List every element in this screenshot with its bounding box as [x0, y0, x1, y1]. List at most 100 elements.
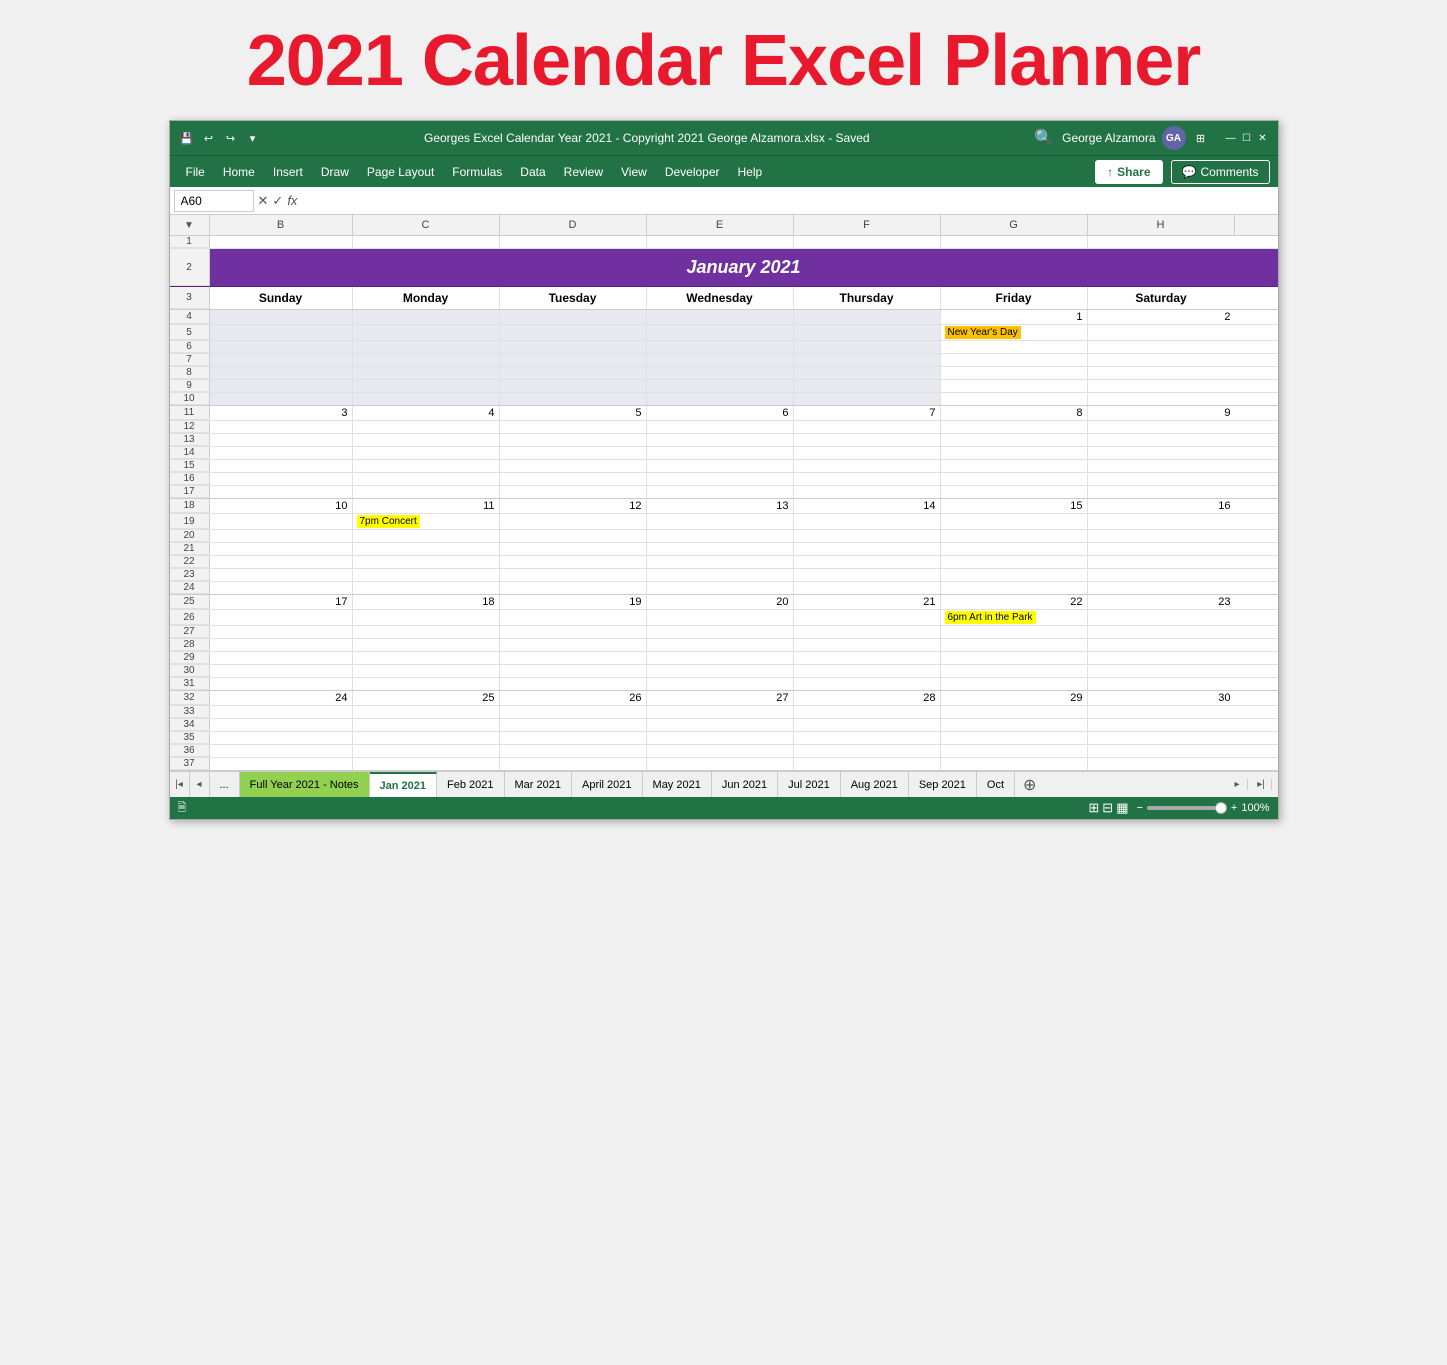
cell-D29[interactable]	[500, 652, 647, 664]
cell-G17[interactable]	[941, 486, 1088, 498]
cell-H26[interactable]	[1088, 610, 1235, 625]
cell-G19[interactable]	[941, 514, 1088, 529]
cell-B9[interactable]	[210, 380, 353, 392]
cell-D7[interactable]	[500, 354, 647, 366]
cell-G8[interactable]	[941, 367, 1088, 379]
cell-B14[interactable]	[210, 447, 353, 459]
cell-H17[interactable]	[1088, 486, 1235, 498]
tab-nav-first[interactable]: |◂	[170, 772, 190, 797]
cell-B27[interactable]	[210, 626, 353, 638]
cell-F21[interactable]	[794, 543, 941, 555]
cell-D16[interactable]	[500, 473, 647, 485]
cell-F35[interactable]	[794, 732, 941, 744]
cell-C8[interactable]	[353, 367, 500, 379]
cell-C4[interactable]	[353, 310, 500, 324]
cell-D20[interactable]	[500, 530, 647, 542]
cell-D21[interactable]	[500, 543, 647, 555]
cell-F23[interactable]	[794, 569, 941, 581]
cell-F36[interactable]	[794, 745, 941, 757]
cell-D22[interactable]	[500, 556, 647, 568]
cell-E37[interactable]	[647, 758, 794, 770]
cell-D18[interactable]: 12	[500, 499, 647, 513]
cell-B33[interactable]	[210, 706, 353, 718]
maximize-button[interactable]: ☐	[1240, 131, 1254, 145]
menu-review[interactable]: Review	[556, 161, 611, 183]
cell-E27[interactable]	[647, 626, 794, 638]
tab-oct[interactable]: Oct	[977, 772, 1015, 797]
cell-C14[interactable]	[353, 447, 500, 459]
zoom-out-icon[interactable]: −	[1136, 802, 1142, 814]
cell-F24[interactable]	[794, 582, 941, 594]
cell-E36[interactable]	[647, 745, 794, 757]
cell-F29[interactable]	[794, 652, 941, 664]
cell-F34[interactable]	[794, 719, 941, 731]
cell-B16[interactable]	[210, 473, 353, 485]
cell-H14[interactable]	[1088, 447, 1235, 459]
tab-feb-2021[interactable]: Feb 2021	[437, 772, 504, 797]
tab-aug-2021[interactable]: Aug 2021	[841, 772, 909, 797]
cell-H4[interactable]: 2	[1088, 310, 1235, 324]
cell-C26[interactable]	[353, 610, 500, 625]
cell-F37[interactable]	[794, 758, 941, 770]
cell-B19[interactable]	[210, 514, 353, 529]
cell-G26[interactable]: 6pm Art in the Park	[941, 610, 1088, 625]
cell-G13[interactable]	[941, 434, 1088, 446]
menu-data[interactable]: Data	[512, 161, 553, 183]
cell-G29[interactable]	[941, 652, 1088, 664]
cell-C25[interactable]: 18	[353, 595, 500, 609]
cell-D8[interactable]	[500, 367, 647, 379]
cell-H22[interactable]	[1088, 556, 1235, 568]
formula-confirm-icon[interactable]: ✓	[272, 193, 283, 209]
cell-G30[interactable]	[941, 665, 1088, 677]
cell-G33[interactable]	[941, 706, 1088, 718]
cell-D36[interactable]	[500, 745, 647, 757]
comments-button[interactable]: 💬 Comments	[1171, 160, 1270, 184]
col-header-H[interactable]: H	[1088, 215, 1235, 235]
cell-C9[interactable]	[353, 380, 500, 392]
cell-E35[interactable]	[647, 732, 794, 744]
cell-G35[interactable]	[941, 732, 1088, 744]
cell-H23[interactable]	[1088, 569, 1235, 581]
col-header-G[interactable]: G	[941, 215, 1088, 235]
cell-C36[interactable]	[353, 745, 500, 757]
col-header-E[interactable]: E	[647, 215, 794, 235]
menu-help[interactable]: Help	[730, 161, 771, 183]
cell-B21[interactable]	[210, 543, 353, 555]
cell-C23[interactable]	[353, 569, 500, 581]
cell-B31[interactable]	[210, 678, 353, 690]
cell-F4[interactable]	[794, 310, 941, 324]
cell-E23[interactable]	[647, 569, 794, 581]
cell-E31[interactable]	[647, 678, 794, 690]
cell-F25[interactable]: 21	[794, 595, 941, 609]
cell-G10[interactable]	[941, 393, 1088, 405]
page-layout-view-icon[interactable]: ⊟	[1102, 800, 1113, 816]
cell-H31[interactable]	[1088, 678, 1235, 690]
cell-E19[interactable]	[647, 514, 794, 529]
cell-E17[interactable]	[647, 486, 794, 498]
cell-C19[interactable]: 7pm Concert	[353, 514, 500, 529]
cell-F17[interactable]	[794, 486, 941, 498]
cell-G16[interactable]	[941, 473, 1088, 485]
cell-B10[interactable]	[210, 393, 353, 405]
cell-B23[interactable]	[210, 569, 353, 581]
tab-jul-2021[interactable]: Jul 2021	[778, 772, 841, 797]
cell-C17[interactable]	[353, 486, 500, 498]
tab-add-button[interactable]: ⊕	[1015, 775, 1044, 795]
cell-E34[interactable]	[647, 719, 794, 731]
cell-D24[interactable]	[500, 582, 647, 594]
cell-F10[interactable]	[794, 393, 941, 405]
cell-B17[interactable]	[210, 486, 353, 498]
cell-B13[interactable]	[210, 434, 353, 446]
cell-B15[interactable]	[210, 460, 353, 472]
menu-draw[interactable]: Draw	[313, 161, 357, 183]
tab-nav-prev[interactable]: ◂	[190, 772, 210, 797]
cell-F11[interactable]: 7	[794, 406, 941, 420]
cell-C20[interactable]	[353, 530, 500, 542]
cell-B20[interactable]	[210, 530, 353, 542]
cell-C30[interactable]	[353, 665, 500, 677]
cell-C31[interactable]	[353, 678, 500, 690]
undo-icon[interactable]: ↩	[200, 129, 218, 147]
cell-H27[interactable]	[1088, 626, 1235, 638]
cell-H15[interactable]	[1088, 460, 1235, 472]
cell-B37[interactable]	[210, 758, 353, 770]
